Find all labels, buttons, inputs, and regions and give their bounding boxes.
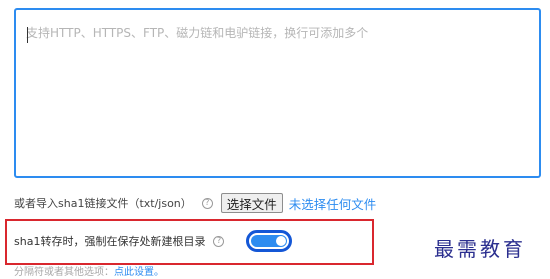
settings-link[interactable]: 点此设置。 [114, 267, 164, 278]
question-circle-icon[interactable]: ? [213, 235, 225, 247]
choose-file-button[interactable]: 选择文件 [220, 193, 283, 213]
text-caret [27, 27, 28, 43]
question-circle-icon[interactable]: ? [201, 197, 213, 209]
separator-hint-text: 分隔符或者其他选项： [14, 267, 114, 278]
import-file-label: 或者导入sha1链接文件（txt/json） [14, 197, 192, 210]
url-input[interactable] [16, 10, 539, 176]
import-file-row: 或者导入sha1链接文件（txt/json） ? 选择文件 未选择任何文件 [14, 192, 376, 214]
sha1-option-row: sha1转存时，强制在保存处新建根目录 ? [14, 229, 293, 253]
url-input-box [14, 8, 541, 178]
sha1-root-folder-toggle[interactable] [246, 230, 293, 252]
offline-download-panel: 或者导入sha1链接文件（txt/json） ? 选择文件 未选择任何文件 sh… [0, 0, 550, 279]
file-status-text: 未选择任何文件 [288, 196, 377, 212]
sha1-option-label: sha1转存时，强制在保存处新建根目录 [14, 235, 206, 248]
watermark-text: 最需教育 [434, 237, 526, 261]
separator-hint: 分隔符或者其他选项：点此设置。 [14, 263, 164, 278]
